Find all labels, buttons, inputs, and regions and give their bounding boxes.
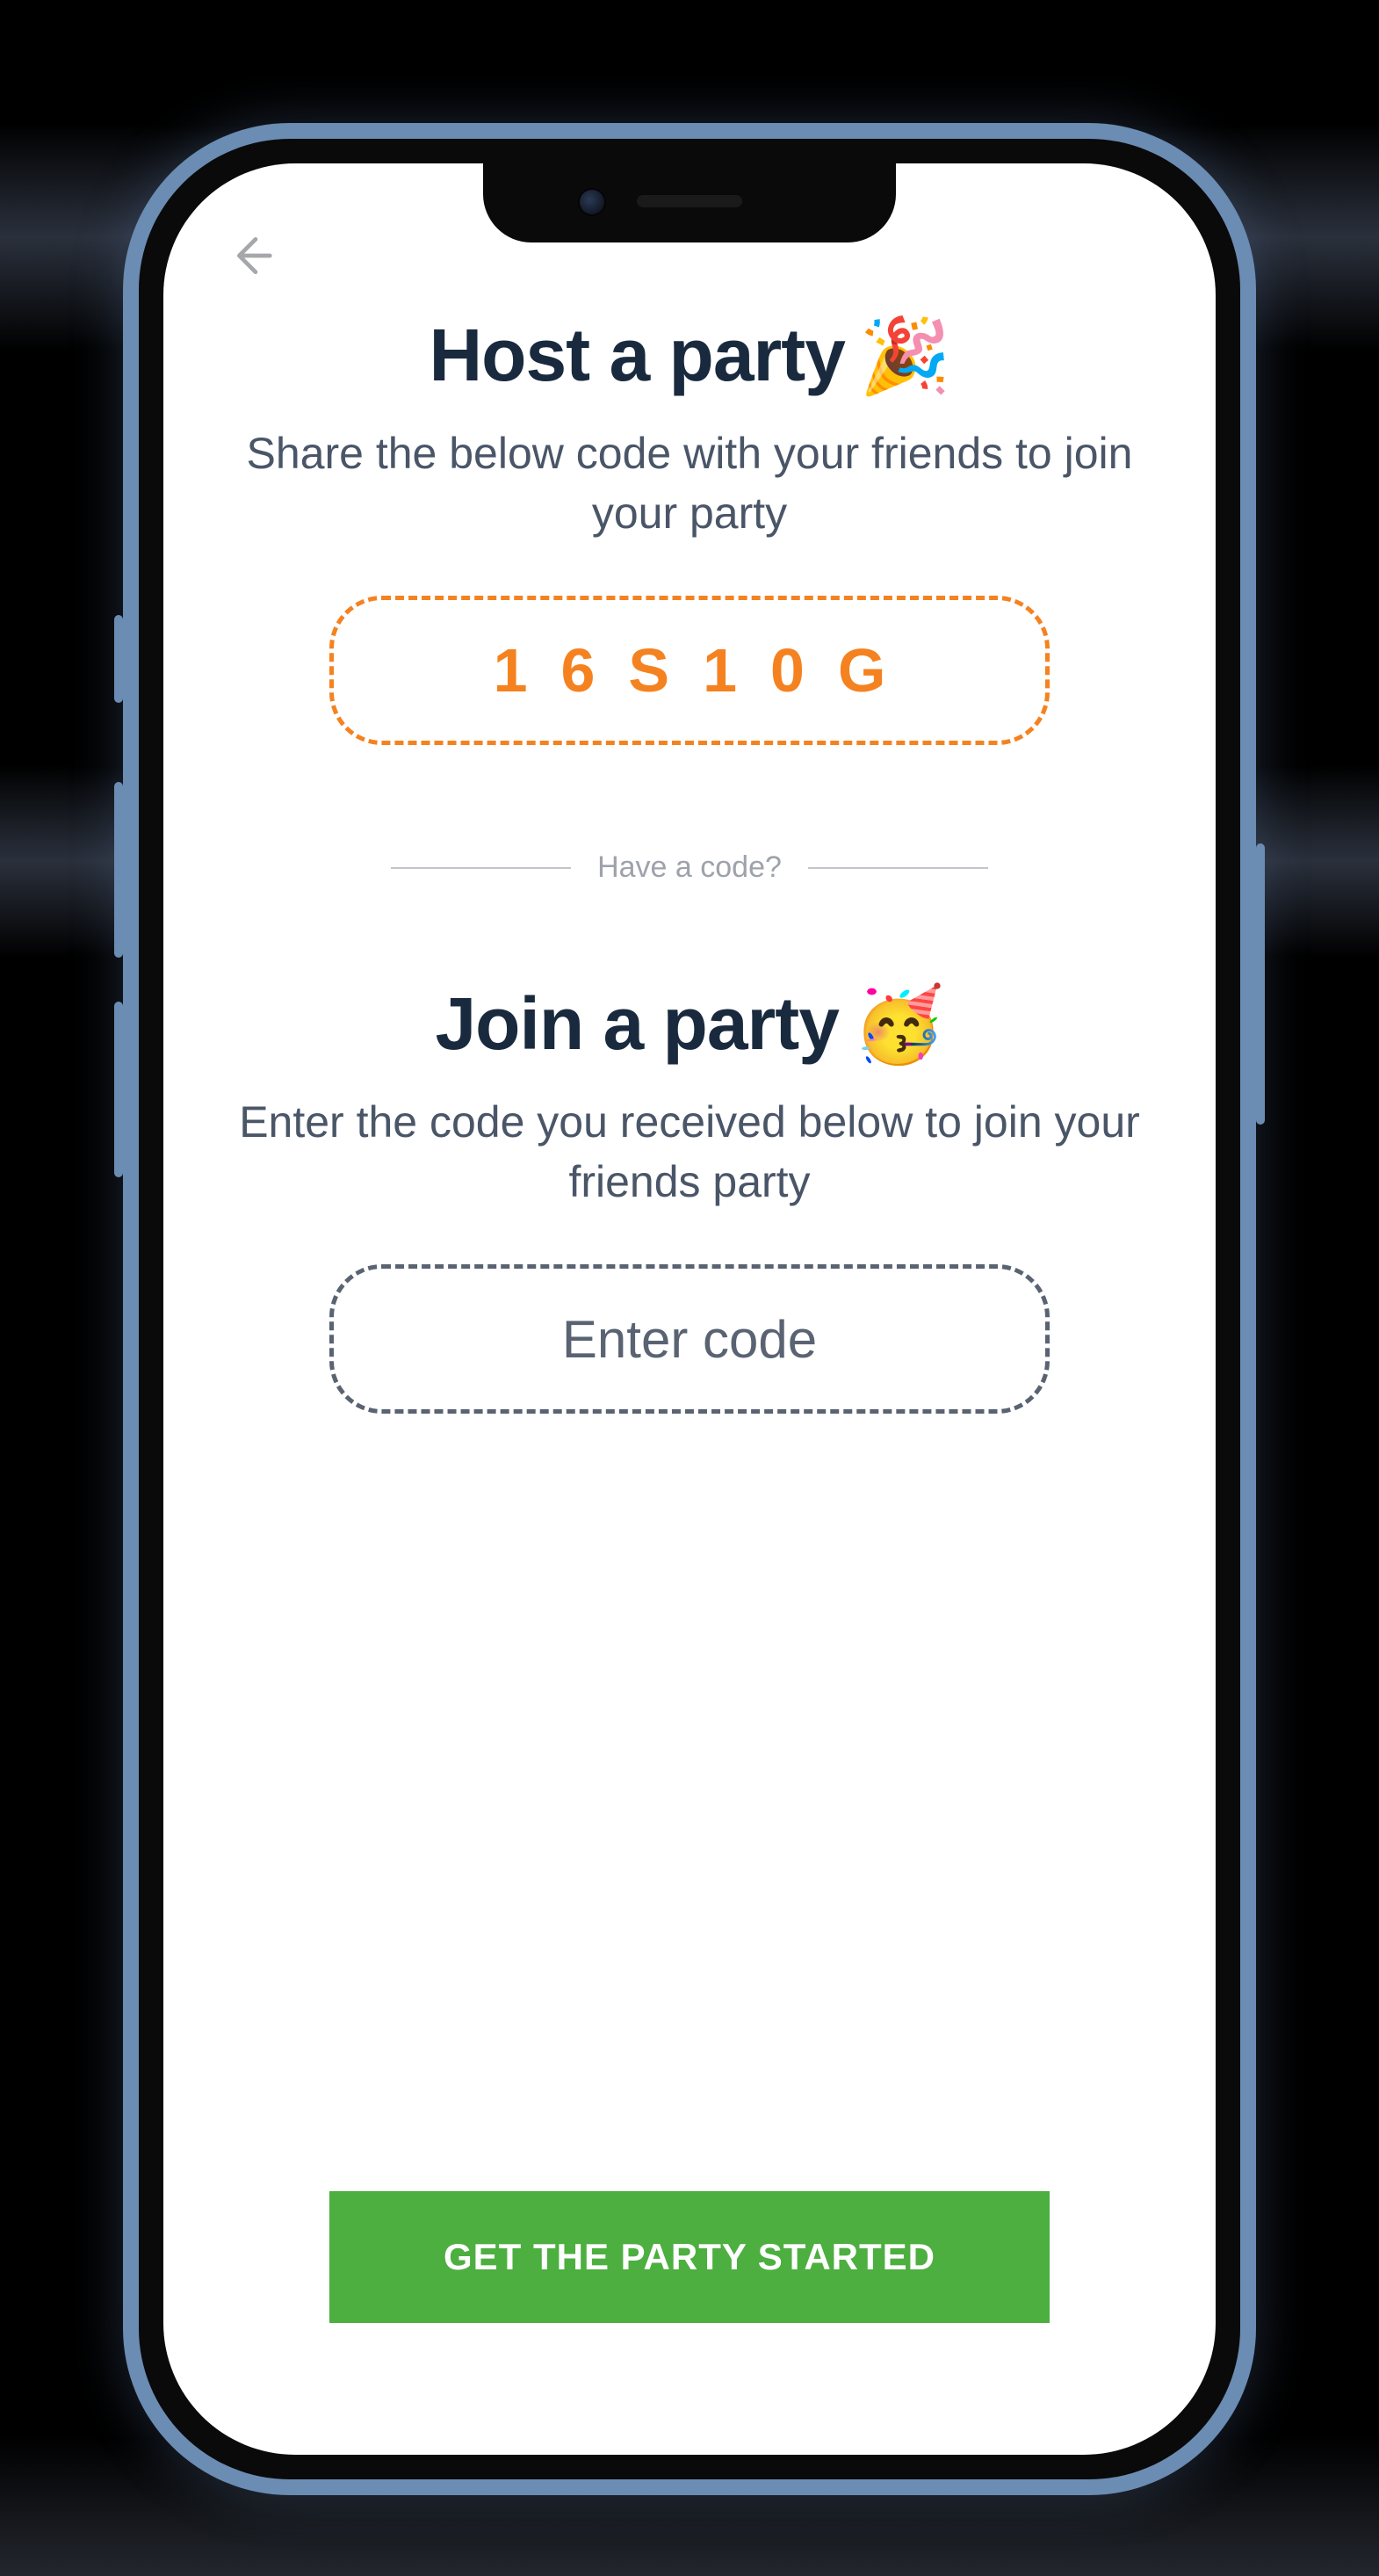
start-party-label: GET THE PARTY STARTED — [444, 2236, 935, 2277]
section-divider: Have a code? — [391, 850, 988, 885]
arrow-left-icon — [225, 231, 274, 280]
join-code-input-wrap[interactable] — [329, 1264, 1050, 1414]
party-code-display[interactable]: 16S10G — [329, 596, 1050, 745]
phone-frame: Host a party 🎉 Share the below code with… — [123, 123, 1256, 2495]
app-screen: Host a party 🎉 Share the below code with… — [163, 163, 1216, 2455]
party-popper-icon: 🎉 — [859, 319, 950, 393]
host-title-text: Host a party — [429, 313, 844, 398]
join-subtitle: Enter the code you received below to joi… — [225, 1093, 1154, 1212]
phone-power-button — [1256, 843, 1265, 1125]
divider-line — [808, 867, 988, 869]
host-subtitle: Share the below code with your friends t… — [225, 424, 1154, 543]
phone-silence-switch — [114, 615, 123, 703]
flex-spacer — [225, 1414, 1154, 2191]
phone-front-camera — [580, 190, 604, 214]
back-button[interactable] — [225, 225, 286, 286]
join-code-input[interactable] — [370, 1309, 1010, 1370]
host-section: Host a party 🎉 Share the below code with… — [225, 313, 1154, 745]
phone-bezel: Host a party 🎉 Share the below code with… — [139, 139, 1240, 2479]
phone-screen: Host a party 🎉 Share the below code with… — [163, 163, 1216, 2455]
party-code-value: 16S10G — [494, 635, 920, 706]
divider-label: Have a code? — [597, 850, 782, 885]
phone-volume-up — [114, 782, 123, 958]
join-title-text: Join a party — [435, 981, 838, 1067]
join-title: Join a party 🥳 — [435, 981, 943, 1067]
phone-notch — [483, 163, 896, 242]
phone-volume-down — [114, 1002, 123, 1177]
divider-line — [391, 867, 571, 869]
phone-speaker — [637, 195, 742, 207]
partying-face-icon: 🥳 — [853, 988, 944, 1061]
host-title: Host a party 🎉 — [429, 313, 949, 398]
join-section: Join a party 🥳 Enter the code you receiv… — [225, 981, 1154, 1414]
start-party-button[interactable]: GET THE PARTY STARTED — [329, 2191, 1050, 2323]
